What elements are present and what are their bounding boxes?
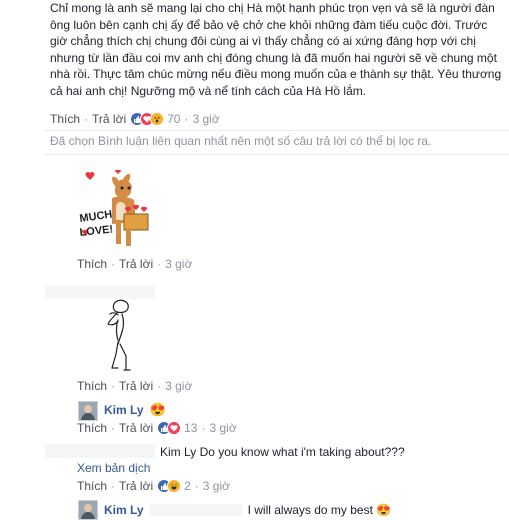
reaction-summary[interactable] — [157, 479, 182, 493]
comment-text: Chỉ mong là anh sẽ mang lại cho chị Hà m… — [50, 1, 502, 98]
author-name[interactable]: Kim Ly — [104, 403, 144, 417]
much-love-sticker: MUCH LOVE! — [76, 168, 160, 250]
reaction-count: 13 — [184, 421, 198, 435]
timestamp[interactable]: 3 giờ — [203, 479, 230, 493]
comment-actions: Thích · Trả lời 70 · 3 giờ — [50, 112, 220, 126]
like-link[interactable]: Thích — [77, 421, 107, 435]
comment-header: Kim Ly I will always do my best 😍 — [104, 503, 391, 517]
comment-actions: Thích · Trả lời · 3 giờ — [77, 257, 193, 271]
sticker-text-line-2: LOVE! — [79, 224, 114, 239]
figure-sticker-icon — [107, 299, 131, 371]
reply-link[interactable]: Trả lời — [119, 379, 153, 393]
comment-actions: Thích · Trả lời 13 · 3 giờ — [77, 421, 237, 435]
redacted-author — [45, 444, 155, 458]
timestamp[interactable]: 3 giờ — [165, 379, 192, 393]
avatar[interactable] — [78, 401, 98, 421]
divider — [45, 130, 509, 131]
like-link[interactable]: Thích — [77, 379, 107, 393]
reaction-summary[interactable] — [157, 421, 182, 435]
like-link[interactable]: Thích — [77, 257, 107, 271]
comment-header: Kim Ly 😍 — [104, 402, 166, 418]
reply-link[interactable]: Trả lời — [119, 421, 153, 435]
filter-note: Đã chọn Bình luận liên quan nhất nên một… — [50, 134, 432, 148]
timestamp[interactable]: 3 giờ — [209, 421, 236, 435]
reaction-count: 2 — [184, 479, 191, 493]
reply-link[interactable]: Trả lời — [119, 257, 153, 271]
redacted-mention — [149, 504, 242, 516]
comment-actions: Thích · Trả lời 2 · 3 giờ — [77, 479, 231, 493]
love-reaction-icon — [167, 421, 182, 435]
comment-actions: Thích · Trả lời · 3 giờ — [77, 379, 193, 393]
like-link[interactable]: Thích — [77, 479, 107, 493]
reaction-summary[interactable] — [130, 112, 165, 126]
avatar[interactable] — [78, 500, 98, 520]
timestamp[interactable]: 3 giờ — [192, 112, 219, 126]
comment-text: I will always do my best 😍 — [247, 503, 392, 517]
comment-text: Kim Ly Do you know what i'm taking about… — [160, 445, 405, 459]
heart-eyes-emoji: 😍 — [149, 402, 166, 417]
reply-link[interactable]: Trả lời — [92, 112, 126, 126]
like-link[interactable]: Thích — [50, 112, 80, 126]
wow-reaction-icon — [150, 112, 165, 126]
figure-sticker — [96, 298, 146, 372]
redacted-author — [45, 285, 155, 299]
divider — [45, 154, 509, 155]
reaction-count: 70 — [167, 112, 181, 126]
sticker-text-line-1: MUCH — [79, 208, 113, 224]
haha-reaction-icon — [167, 479, 182, 493]
timestamp[interactable]: 3 giờ — [165, 257, 192, 271]
reply-link[interactable]: Trả lời — [119, 479, 153, 493]
deer-sticker-icon: MUCH LOVE! — [79, 168, 149, 246]
see-translation-link[interactable]: Xem bản dịch — [77, 461, 150, 475]
author-name[interactable]: Kim Ly — [104, 503, 144, 517]
